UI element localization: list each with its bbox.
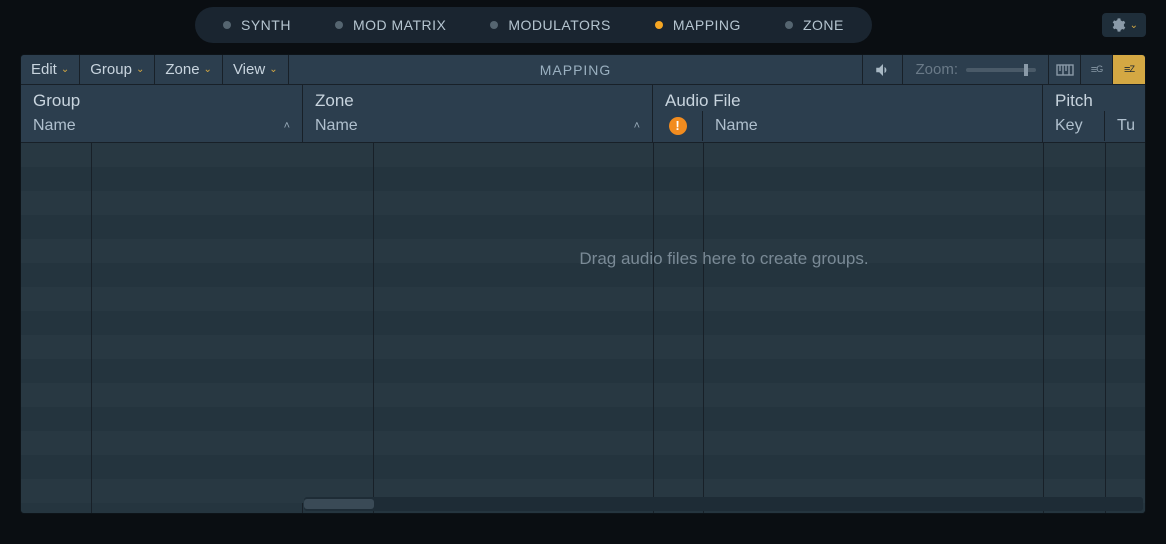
tab-label: ZONE — [803, 17, 844, 33]
grid-group-column — [21, 143, 303, 513]
header-label-zone: Zone — [303, 87, 652, 111]
tab-mapping[interactable]: MAPPING — [633, 7, 763, 43]
header-label-group: Group — [21, 87, 302, 111]
view-mode-buttons: ≡G ≡Z — [1048, 55, 1145, 84]
tab-indicator-dot — [655, 21, 663, 29]
warning-icon: ! — [669, 117, 687, 135]
column-pitch-key[interactable]: Key — [1043, 111, 1105, 141]
settings-gear-button[interactable]: ⌄ — [1102, 13, 1146, 37]
menu-label: Edit — [31, 61, 57, 78]
view-group-list-button[interactable]: ≡G — [1081, 55, 1113, 84]
column-audio-name[interactable]: Name — [703, 111, 1042, 141]
menu-label: View — [233, 61, 265, 78]
tab-label: SYNTH — [241, 17, 291, 33]
column-label: Name — [315, 117, 358, 135]
horizontal-scrollbar[interactable] — [304, 497, 1143, 511]
zone-grid[interactable]: Drag audio files here to create groups. — [21, 143, 1145, 513]
tab-zone[interactable]: ZONE — [763, 7, 866, 43]
menu-label: Zone — [165, 61, 199, 78]
column-pitch-tune[interactable]: Tu — [1105, 111, 1145, 141]
zoom-label: Zoom: — [915, 61, 958, 78]
chevron-down-icon: ⌄ — [136, 64, 144, 75]
zone-list-icon: ≡Z — [1124, 64, 1134, 76]
header-zone: Zone Name ˄ — [303, 85, 653, 142]
column-label: Name — [33, 117, 76, 135]
tab-indicator-dot — [223, 21, 231, 29]
sort-ascending-icon: ˄ — [284, 120, 290, 132]
mapping-pane: Edit ⌄ Group ⌄ Zone ⌄ View ⌄ MAPPING Zoo… — [20, 54, 1146, 514]
chevron-down-icon: ⌄ — [269, 64, 277, 75]
scrollbar-thumb[interactable] — [304, 499, 374, 509]
edit-menu[interactable]: Edit ⌄ — [21, 55, 80, 84]
top-tab-bar: SYNTH MOD MATRIX MODULATORS MAPPING ZONE… — [0, 0, 1166, 50]
view-keyboard-button[interactable] — [1049, 55, 1081, 84]
group-list-icon: ≡G — [1091, 64, 1102, 76]
column-group-name[interactable]: Name ˄ — [21, 111, 302, 141]
column-headers: Group Name ˄ Zone Name ˄ Audio File ! — [21, 85, 1145, 143]
column-label: Name — [715, 117, 758, 135]
pane-title: MAPPING — [289, 62, 863, 78]
chevron-down-icon: ⌄ — [61, 64, 69, 75]
gear-icon — [1110, 17, 1126, 33]
tab-pills: SYNTH MOD MATRIX MODULATORS MAPPING ZONE — [195, 7, 872, 43]
header-label-pitch: Pitch — [1043, 87, 1145, 111]
zoom-slider-thumb[interactable] — [1024, 64, 1028, 76]
zone-menu[interactable]: Zone ⌄ — [155, 55, 223, 84]
tab-label: MOD MATRIX — [353, 17, 446, 33]
tab-mod-matrix[interactable]: MOD MATRIX — [313, 7, 468, 43]
view-menu[interactable]: View ⌄ — [223, 55, 289, 84]
group-menu[interactable]: Group ⌄ — [80, 55, 155, 84]
speaker-icon — [874, 61, 892, 79]
zoom-control: Zoom: — [902, 55, 1048, 84]
empty-placeholder-text: Drag audio files here to create groups. — [303, 249, 1145, 269]
tab-indicator-dot — [335, 21, 343, 29]
view-zone-list-button[interactable]: ≡Z — [1113, 55, 1145, 84]
column-label: Tu — [1117, 117, 1135, 135]
column-label: Key — [1055, 117, 1083, 135]
header-group: Group Name ˄ — [21, 85, 303, 142]
header-label-audio: Audio File — [653, 87, 1042, 111]
keyboard-icon — [1056, 64, 1074, 76]
column-zone-name[interactable]: Name ˄ — [303, 111, 652, 141]
header-pitch: Pitch Key Tu — [1043, 85, 1145, 142]
tab-label: MODULATORS — [508, 17, 611, 33]
tab-indicator-dot — [490, 21, 498, 29]
tab-modulators[interactable]: MODULATORS — [468, 7, 633, 43]
tab-synth[interactable]: SYNTH — [201, 7, 313, 43]
tab-indicator-dot — [785, 21, 793, 29]
mapping-toolbar: Edit ⌄ Group ⌄ Zone ⌄ View ⌄ MAPPING Zoo… — [21, 55, 1145, 85]
grid-zone-columns: Drag audio files here to create groups. — [303, 143, 1145, 513]
zoom-slider[interactable] — [966, 68, 1036, 72]
chevron-down-icon: ⌄ — [1130, 20, 1138, 31]
column-audio-status[interactable]: ! — [653, 111, 703, 141]
tab-label: MAPPING — [673, 17, 741, 33]
header-audio-file: Audio File ! Name — [653, 85, 1043, 142]
chevron-down-icon: ⌄ — [204, 64, 212, 75]
sort-ascending-icon: ˄ — [634, 120, 640, 132]
menu-label: Group — [90, 61, 132, 78]
preview-audio-button[interactable] — [862, 55, 902, 84]
